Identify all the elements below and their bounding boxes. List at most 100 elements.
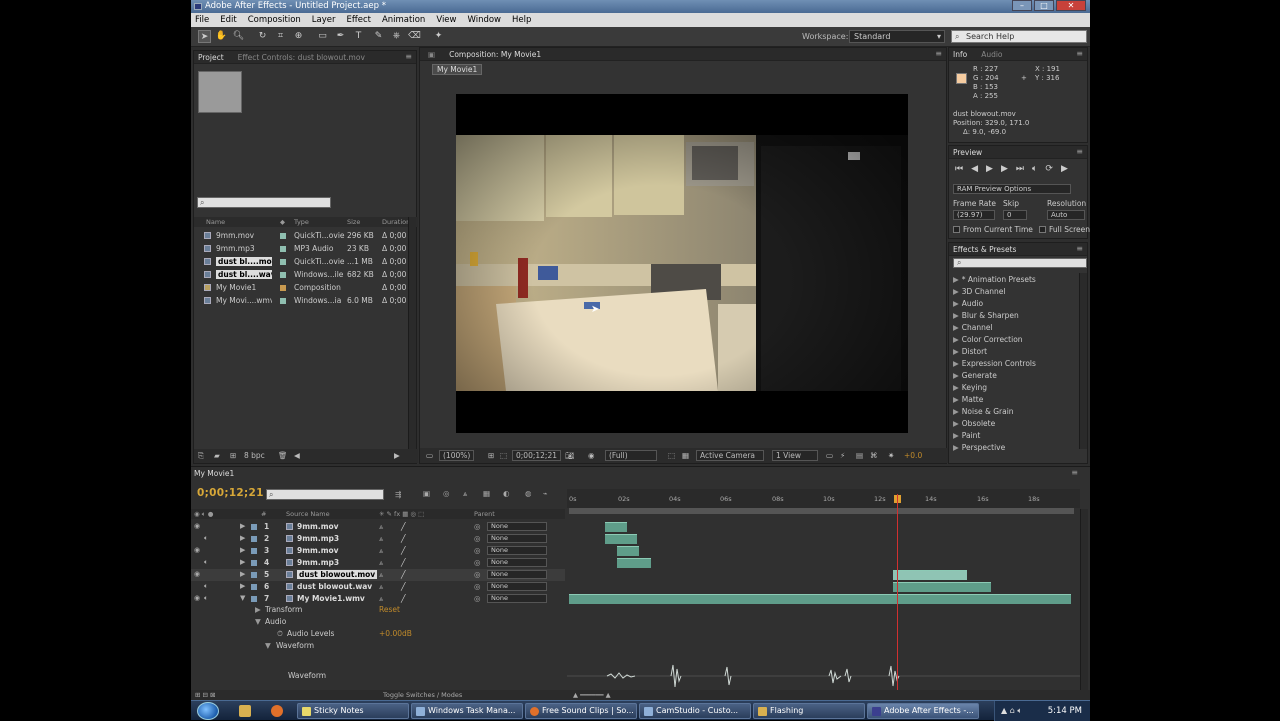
parent-select[interactable]: None: [487, 594, 547, 603]
menu-file[interactable]: File: [195, 15, 209, 25]
column-name[interactable]: Name: [206, 218, 225, 226]
pan-behind-tool-icon[interactable]: ⊕: [292, 30, 305, 43]
hide-shy-icon[interactable]: ⩓: [463, 489, 467, 499]
pen-tool-icon[interactable]: ✒: [334, 30, 347, 43]
tab-project[interactable]: Project: [198, 53, 224, 62]
timeline-layer[interactable]: ◉ ▶ 1 9mm.mov ⩓ ╱ ◎ None: [191, 521, 565, 533]
puppet-tool-icon[interactable]: ✦: [432, 30, 445, 43]
timeline-layer[interactable]: 🔈︎ ▶ 2 9mm.mp3 ⩓ ╱ ◎ None: [191, 533, 565, 545]
fast-previews-icon[interactable]: ⚡: [840, 451, 845, 460]
pick-whip-icon[interactable]: ◎: [474, 558, 481, 567]
selection-tool-icon[interactable]: ➤: [198, 30, 211, 43]
shy-icon[interactable]: ⩓: [379, 582, 383, 592]
expand-icon[interactable]: ▶: [240, 546, 245, 554]
camera-select[interactable]: Active Camera: [696, 450, 764, 461]
panel-menu-icon[interactable]: ≡: [935, 49, 942, 58]
skip-input[interactable]: 0: [1003, 210, 1027, 220]
effects-item[interactable]: ▶ Audio: [953, 299, 983, 311]
effects-item[interactable]: ▶ Generate: [953, 371, 997, 383]
brush-tool-icon[interactable]: ✎: [372, 30, 385, 43]
rotate-tool-icon[interactable]: ↻: [256, 30, 269, 43]
layer-bar[interactable]: [569, 594, 1071, 604]
shy-icon[interactable]: ⩓: [379, 534, 383, 544]
pick-whip-icon[interactable]: ◎: [474, 570, 481, 579]
column-duration[interactable]: Duration: [382, 218, 410, 226]
task-flashing[interactable]: Flashing: [753, 703, 865, 719]
transform-reset-link[interactable]: Reset: [379, 605, 400, 614]
tab-preview[interactable]: Preview: [953, 148, 982, 157]
speaker-icon[interactable]: 🔈︎: [204, 534, 208, 543]
next-frame-icon[interactable]: ▶: [1001, 164, 1008, 174]
timeline-layer[interactable]: ◉ ▶ 3 9mm.mov ⩓ ╱ ◎ None: [191, 545, 565, 557]
panel-menu-icon[interactable]: ≡: [1071, 468, 1078, 477]
quality-icon[interactable]: ╱: [401, 534, 406, 543]
exposure-value[interactable]: +0.0: [904, 451, 922, 460]
speaker-icon[interactable]: 🔈︎: [204, 582, 208, 591]
shy-icon[interactable]: ⩓: [379, 546, 383, 556]
task-after-effects[interactable]: Adobe After Effects -...: [867, 703, 979, 719]
timeline-layer[interactable]: 🔈︎ ▶ 6 dust blowout.wav ⩓ ╱ ◎ None: [191, 581, 565, 593]
grid-icon[interactable]: ⊞: [488, 451, 494, 460]
parent-select[interactable]: None: [487, 546, 547, 555]
timeline-current-time[interactable]: 0;00;12;21: [197, 487, 264, 499]
quality-icon[interactable]: ╱: [401, 594, 406, 603]
timeline-layer[interactable]: ◉ ▶ 5 dust blowout.mov ⩓ ╱ ◎ None: [191, 569, 565, 581]
effects-item[interactable]: ▶ Noise & Grain: [953, 407, 1014, 419]
project-item[interactable]: My Movie1 Composition Δ 0;00: [194, 281, 418, 294]
clock[interactable]: 5:14 PM: [1048, 706, 1082, 716]
hand-tool-icon[interactable]: ✋: [215, 30, 228, 43]
scroll-left-icon[interactable]: ◀: [294, 451, 300, 460]
shy-icon[interactable]: ⩓: [379, 594, 383, 604]
ram-preview-options-select[interactable]: RAM Preview Options: [953, 184, 1071, 194]
stopwatch-icon[interactable]: ⏱: [277, 629, 283, 639]
frame-blending-icon[interactable]: ▦: [483, 489, 490, 498]
timeline-layer[interactable]: 🔈︎ ▶ 4 9mm.mp3 ⩓ ╱ ◎ None: [191, 557, 565, 569]
eye-icon[interactable]: ◉: [194, 522, 200, 530]
magnification-select[interactable]: (100%): [439, 450, 475, 461]
collapse-icon[interactable]: ▼: [255, 617, 261, 626]
camera-tool-icon[interactable]: ⌗: [274, 30, 287, 43]
column-parent[interactable]: Parent: [474, 510, 495, 518]
quality-icon[interactable]: ╱: [401, 522, 406, 531]
draft-3d-icon[interactable]: ◎: [443, 489, 450, 498]
composition-subtab[interactable]: My Movie1: [432, 64, 483, 75]
parent-select[interactable]: None: [487, 570, 547, 579]
loop-icon[interactable]: ⟳: [1045, 164, 1053, 174]
column-type[interactable]: Type: [294, 218, 309, 226]
effects-item[interactable]: ▶ Color Correction: [953, 335, 1023, 347]
tray-icons[interactable]: ▲ ⌂ 🔈︎: [1001, 706, 1022, 716]
flowchart-icon[interactable]: ⌘: [870, 451, 878, 460]
color-channel-icon[interactable]: ◉: [588, 451, 595, 460]
trash-icon[interactable]: 🗑︎: [278, 451, 288, 460]
project-item[interactable]: My Movi....wmv Windows...ia 6.0 MB Δ 0;00: [194, 294, 418, 307]
timeline-search-input[interactable]: ⌕: [266, 489, 384, 500]
task-free-sound-clips[interactable]: Free Sound Clips | So...: [525, 703, 637, 719]
column-source-name[interactable]: Source Name: [286, 510, 330, 518]
quality-icon[interactable]: ╱: [401, 570, 406, 579]
timeline-tracks[interactable]: 0s 02s 04s 06s 08s 10s 12s 14s 16s 18s: [567, 489, 1080, 693]
menu-window[interactable]: Window: [467, 15, 501, 25]
mute-audio-icon[interactable]: 🔈︎: [1032, 164, 1037, 174]
property-transform[interactable]: Transform: [265, 605, 302, 614]
search-help-input[interactable]: ⌕ Search Help: [951, 30, 1087, 43]
layer-bar[interactable]: [617, 558, 651, 568]
layer-bar[interactable]: [893, 582, 991, 592]
maximize-button[interactable]: □: [1034, 0, 1054, 11]
tab-effects-presets[interactable]: Effects & Presets: [953, 245, 1016, 254]
project-item[interactable]: dust bl....wav Windows...ile 682 KB Δ 0;00: [194, 268, 418, 281]
resolution-select[interactable]: Auto: [1047, 210, 1085, 220]
first-frame-icon[interactable]: ⏮: [955, 164, 963, 174]
shy-icon[interactable]: ⩓: [379, 570, 383, 580]
project-item[interactable]: 9mm.mov QuickTi...ovie 296 KB Δ 0;00: [194, 229, 418, 242]
work-area-bar[interactable]: [569, 508, 1074, 514]
timeline-layer[interactable]: ◉ 🔈︎ ▼ 7 My Movie1.wmv ⩓ ╱ ◎ None: [191, 593, 565, 605]
brainstorm-icon[interactable]: ◍: [525, 489, 532, 498]
effects-item[interactable]: ▶ Blur & Sharpen: [953, 311, 1019, 323]
layer-bar[interactable]: [617, 546, 639, 556]
start-button[interactable]: [197, 702, 219, 720]
tab-audio[interactable]: Audio: [981, 50, 1002, 59]
eraser-tool-icon[interactable]: ⌫: [408, 30, 421, 43]
pick-whip-icon[interactable]: ◎: [474, 522, 481, 531]
region-of-interest-icon[interactable]: ⬚: [668, 451, 675, 460]
time-ruler[interactable]: 0s 02s 04s 06s 08s 10s 12s 14s 16s 18s: [567, 489, 1080, 508]
